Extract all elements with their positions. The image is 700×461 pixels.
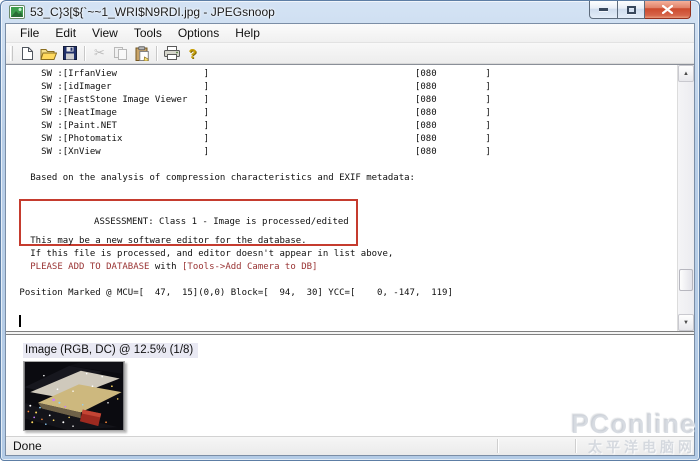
menu-file[interactable]: File (12, 24, 47, 42)
titlebar[interactable]: 53_C}3[${`~~1_WRI$N9RDI.jpg - JPEGsnoop (1, 1, 699, 23)
sw-entry: SW :[Photomatix ] [080 ] (14, 133, 677, 146)
copy-icon (113, 46, 128, 61)
window-title: 53_C}3[${`~~1_WRI$N9RDI.jpg - JPEGsnoop (30, 5, 275, 19)
sw-entry: SW :[NeatImage ] [080 ] (14, 107, 677, 120)
analysis-summary-line: Based on the analysis of compression cha… (14, 172, 677, 185)
scroll-up-button[interactable]: ▲ (678, 65, 694, 82)
copy-button[interactable] (111, 44, 130, 62)
toolbar-grip (10, 46, 13, 61)
vertical-scrollbar[interactable]: ▲ ▼ (677, 65, 694, 331)
maximize-button[interactable] (618, 1, 645, 19)
toolbar: ✂ (6, 43, 694, 64)
open-file-icon (40, 47, 57, 60)
sw-entry: SW :[Paint.NET ] [080 ] (14, 120, 677, 133)
cut-button[interactable]: ✂ (90, 44, 109, 62)
scrollbar-thumb[interactable] (679, 269, 693, 291)
toolbar-separator (84, 46, 85, 61)
cut-icon: ✂ (94, 45, 105, 61)
save-file-button[interactable] (60, 44, 79, 62)
jpegsnoop-window: 53_C}3[${`~~1_WRI$N9RDI.jpg - JPEGsnoop … (0, 0, 700, 461)
help-button[interactable]: ? (183, 44, 202, 62)
image-preview-label: Image (RGB, DC) @ 12.5% (1/8) (23, 343, 198, 358)
plea-command: [Tools->Add Camera to DB] (182, 262, 317, 272)
menu-help[interactable]: Help (227, 24, 268, 42)
new-file-button[interactable] (18, 44, 37, 62)
image-thumbnail[interactable] (23, 361, 125, 431)
window-content: File Edit View Tools Options Help (5, 23, 695, 456)
save-file-icon (63, 46, 77, 60)
image-preview-pane: Image (RGB, DC) @ 12.5% (1/8) (6, 334, 694, 436)
analysis-log: SW :[IrfanView ] [080 ] SW :[idImager ] … (6, 65, 677, 331)
text-caret (19, 315, 21, 327)
sw-entry: SW :[XnView ] [080 ] (14, 146, 677, 159)
new-file-icon (21, 46, 34, 61)
menu-tools[interactable]: Tools (126, 24, 170, 42)
close-button[interactable] (645, 1, 691, 19)
app-icon (9, 5, 25, 19)
toolbar-separator (156, 46, 157, 61)
database-plea-line: PLEASE ADD TO DATABASE with [Tools->Add … (14, 261, 677, 274)
sw-entry: SW :[IrfanView ] [080 ] (14, 68, 677, 81)
scroll-down-button[interactable]: ▼ (678, 314, 694, 331)
note-line: If this file is processed, and editor do… (14, 248, 677, 261)
assessment-text: ASSESSMENT: Class 1 - Image is processed… (94, 217, 349, 227)
sw-entry: SW :[idImager ] [080 ] (14, 81, 677, 94)
status-text: Done (13, 439, 42, 453)
print-button[interactable] (162, 44, 181, 62)
statusbar-separator (497, 439, 498, 453)
print-icon (164, 46, 180, 60)
open-file-button[interactable] (39, 44, 58, 62)
position-marked-line: Position Marked @ MCU=[ 47, 15](0,0) Blo… (14, 287, 677, 300)
menu-view[interactable]: View (84, 24, 126, 42)
close-icon (662, 5, 673, 14)
minimize-icon (599, 8, 608, 11)
paste-button[interactable] (132, 44, 151, 62)
paste-icon (135, 46, 149, 61)
minimize-button[interactable] (589, 1, 618, 19)
menu-options[interactable]: Options (170, 24, 227, 42)
plea-text: PLEASE ADD TO DATABASE (14, 262, 149, 272)
statusbar-separator (575, 439, 576, 453)
menu-edit[interactable]: Edit (47, 24, 84, 42)
maximize-icon (627, 6, 636, 14)
help-icon: ? (189, 46, 197, 61)
analysis-log-pane[interactable]: SW :[IrfanView ] [080 ] SW :[idImager ] … (6, 64, 694, 332)
window-controls (589, 1, 691, 19)
sw-entry: SW :[FastStone Image Viewer ] [080 ] (14, 94, 677, 107)
statusbar: Done (6, 436, 694, 455)
menubar: File Edit View Tools Options Help (6, 24, 694, 43)
